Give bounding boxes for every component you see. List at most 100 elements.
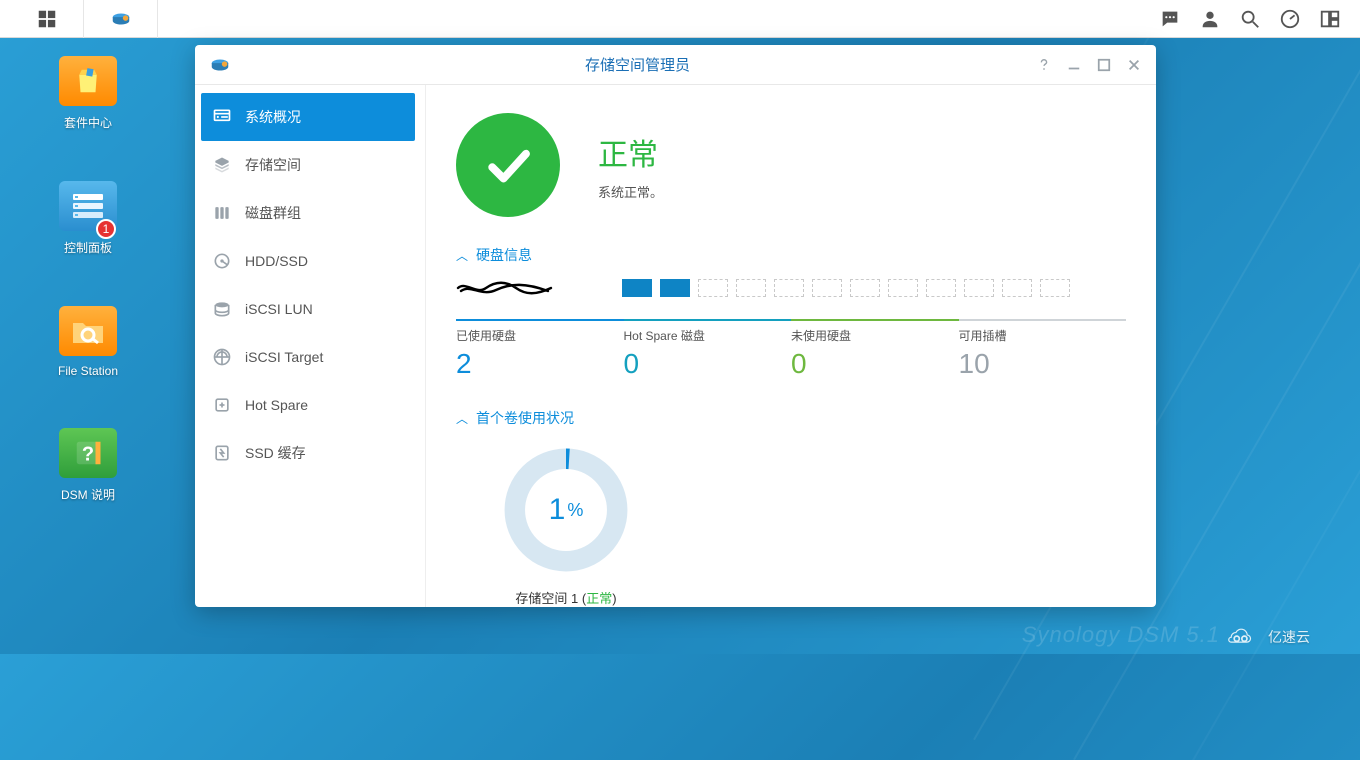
taskbar-search-button[interactable] bbox=[1230, 0, 1270, 38]
stat-label: 可用插槽 bbox=[959, 327, 1127, 344]
storage-manager-icon bbox=[209, 54, 231, 76]
sidebar-item-hdd-ssd[interactable]: HDD/SSD bbox=[201, 237, 415, 285]
window-maximize-button[interactable] bbox=[1096, 57, 1112, 73]
synology-brand-text: Synology DSM 5.1 bbox=[1022, 622, 1220, 648]
status-ok-icon bbox=[456, 113, 560, 217]
donut-percent-number: 1 bbox=[549, 493, 566, 527]
taskbar-chat-button[interactable] bbox=[1150, 0, 1190, 38]
window-minimize-button[interactable] bbox=[1066, 57, 1082, 73]
chevron-up-icon: ︿ bbox=[456, 247, 468, 264]
hdd-icon bbox=[211, 250, 233, 272]
user-icon bbox=[1199, 8, 1221, 30]
status-subtext: 系统正常。 bbox=[598, 182, 663, 201]
sidebar-item-hot-spare[interactable]: Hot Spare bbox=[201, 381, 415, 429]
disk-slot[interactable] bbox=[1002, 279, 1032, 297]
sidebar-item-label: 磁盘群组 bbox=[245, 203, 301, 223]
disk-slot[interactable] bbox=[774, 279, 804, 297]
taskbar-storage-manager-button[interactable] bbox=[84, 0, 158, 38]
nas-model-redacted bbox=[456, 279, 556, 297]
desktop-icon-file-station[interactable]: File Station bbox=[40, 306, 136, 378]
donut-center-label: 1% bbox=[502, 446, 630, 574]
section-toggle-volume-usage[interactable]: ︿ 首个卷使用状况 bbox=[456, 408, 1126, 428]
section-title: 首个卷使用状况 bbox=[476, 408, 574, 428]
volume-icon bbox=[211, 154, 233, 176]
shopping-bag-icon bbox=[59, 56, 117, 106]
desktop-icon-package-center[interactable]: 套件中心 bbox=[40, 56, 136, 131]
disk-slot[interactable] bbox=[698, 279, 728, 297]
apps-grid-icon bbox=[36, 8, 58, 30]
sidebar-item-overview[interactable]: 系统概况 bbox=[201, 93, 415, 141]
disk-slot[interactable] bbox=[660, 279, 690, 297]
disk-slot[interactable] bbox=[850, 279, 880, 297]
notification-badge: 1 bbox=[96, 219, 116, 239]
content-area: 正常 系统正常。 ︿ 硬盘信息 bbox=[425, 85, 1156, 607]
storage-manager-icon bbox=[110, 8, 132, 30]
disk-slot[interactable] bbox=[622, 279, 652, 297]
volume-usage-donut: 1% bbox=[502, 446, 630, 574]
svg-text:?: ? bbox=[82, 444, 94, 466]
desktop-icon-label: DSM 说明 bbox=[61, 486, 115, 503]
disk-stats: 已使用硬盘 2 Hot Spare 磁盘 0 未使用硬盘 0 可用插槽 10 bbox=[456, 319, 1126, 380]
panels-icon bbox=[1319, 8, 1341, 30]
help-icon bbox=[1037, 58, 1051, 72]
sidebar-item-ssd-cache[interactable]: SSD 缓存 bbox=[201, 429, 415, 477]
stat-value: 0 bbox=[624, 348, 792, 380]
sidebar-item-label: Hot Spare bbox=[245, 397, 308, 413]
disk-slot[interactable] bbox=[888, 279, 918, 297]
disk-slot[interactable] bbox=[926, 279, 956, 297]
system-status-row: 正常 系统正常。 bbox=[456, 113, 1126, 217]
sidebar: 系统概况 存储空间 磁盘群组 HDD/SSD iSCSI LUN iSCSI T… bbox=[195, 85, 425, 607]
window-help-button[interactable] bbox=[1036, 57, 1052, 73]
sidebar-item-label: HDD/SSD bbox=[245, 253, 308, 269]
sidebar-item-label: 系统概况 bbox=[245, 107, 301, 127]
chat-icon bbox=[1159, 8, 1181, 30]
overview-icon bbox=[211, 106, 233, 128]
section-toggle-disk-info[interactable]: ︿ 硬盘信息 bbox=[456, 245, 1126, 265]
section-title: 硬盘信息 bbox=[476, 245, 532, 265]
status-heading: 正常 bbox=[598, 130, 663, 174]
watermark: 亿速云 bbox=[1224, 624, 1310, 650]
desktop-icon-label: 套件中心 bbox=[64, 114, 112, 131]
sidebar-item-label: iSCSI LUN bbox=[245, 301, 313, 317]
sidebar-item-iscsi-lun[interactable]: iSCSI LUN bbox=[201, 285, 415, 333]
desktop-icon-label: File Station bbox=[58, 364, 118, 378]
storage-manager-window: 存储空间管理员 系统概况 存储空间 bbox=[195, 45, 1156, 607]
desktop-icon-dsm-help[interactable]: ? DSM 说明 bbox=[40, 428, 136, 503]
minimize-icon bbox=[1067, 58, 1081, 72]
stat-label: 未使用硬盘 bbox=[791, 327, 959, 344]
taskbar-user-button[interactable] bbox=[1190, 0, 1230, 38]
stat-value: 10 bbox=[959, 348, 1127, 380]
folder-search-icon bbox=[59, 306, 117, 356]
sidebar-item-iscsi-target[interactable]: iSCSI Target bbox=[201, 333, 415, 381]
chevron-up-icon: ︿ bbox=[456, 410, 468, 427]
sidebar-item-label: SSD 缓存 bbox=[245, 443, 306, 463]
taskbar bbox=[0, 0, 1360, 38]
stat-value: 0 bbox=[791, 348, 959, 380]
cloud-icon bbox=[1224, 624, 1258, 650]
maximize-icon bbox=[1097, 58, 1111, 72]
close-icon bbox=[1127, 58, 1141, 72]
sidebar-item-label: iSCSI Target bbox=[245, 349, 323, 365]
stat-available-slots: 可用插槽 10 bbox=[959, 319, 1127, 380]
disk-slot[interactable] bbox=[812, 279, 842, 297]
window-titlebar[interactable]: 存储空间管理员 bbox=[195, 45, 1156, 85]
sidebar-item-disk-group[interactable]: 磁盘群组 bbox=[201, 189, 415, 237]
disk-slot-row bbox=[456, 279, 1126, 297]
sidebar-item-volume[interactable]: 存储空间 bbox=[201, 141, 415, 189]
disk-slot[interactable] bbox=[736, 279, 766, 297]
stat-value: 2 bbox=[456, 348, 624, 380]
taskbar-apps-button[interactable] bbox=[10, 0, 84, 38]
stat-label: 已使用硬盘 bbox=[456, 327, 624, 344]
desktop-icons: 套件中心 1 控制面板 File Station ? DSM 说明 bbox=[40, 56, 136, 503]
desktop-icon-label: 控制面板 bbox=[64, 239, 112, 256]
ssd-cache-icon bbox=[211, 442, 233, 464]
disk-slot[interactable] bbox=[964, 279, 994, 297]
desktop-icon-control-panel[interactable]: 1 控制面板 bbox=[40, 181, 136, 256]
taskbar-widgets-button[interactable] bbox=[1270, 0, 1310, 38]
taskbar-pilot-button[interactable] bbox=[1310, 0, 1350, 38]
volume-name: 存储空间 1 (正常) bbox=[515, 588, 616, 607]
watermark-label: 亿速云 bbox=[1268, 627, 1310, 647]
hot-spare-icon bbox=[211, 394, 233, 416]
window-close-button[interactable] bbox=[1126, 57, 1142, 73]
disk-slot[interactable] bbox=[1040, 279, 1070, 297]
